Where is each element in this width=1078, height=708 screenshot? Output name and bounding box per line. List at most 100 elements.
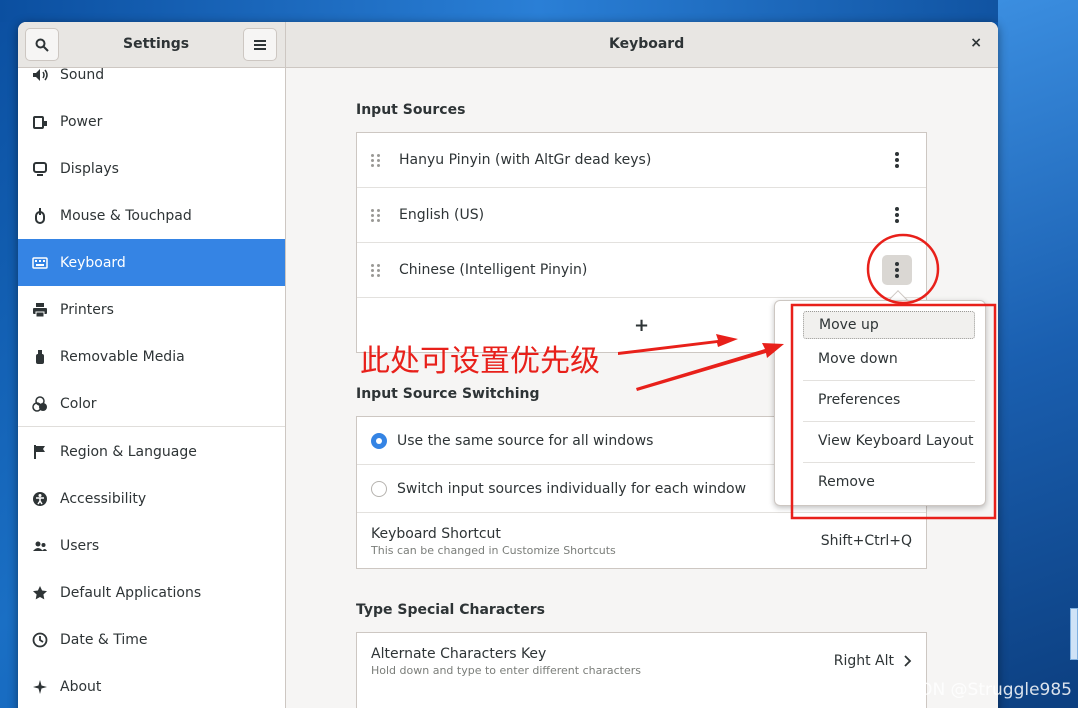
sidebar-item-label: Sound [60, 66, 105, 83]
switching-heading: Input Source Switching [356, 386, 540, 402]
settings-title: Settings [123, 36, 190, 52]
alternate-key-text: Alternate Characters Key Hold down and t… [371, 646, 641, 677]
vertical-ellipsis-icon [895, 207, 899, 223]
keyboard-icon [32, 255, 48, 271]
input-source-row[interactable]: Hanyu Pinyin (with AltGr dead keys) [357, 133, 926, 188]
plus-icon: + [633, 315, 650, 336]
alternate-key-row[interactable]: Alternate Characters Key Hold down and t… [357, 633, 926, 689]
display-icon [32, 161, 48, 177]
input-source-label: Chinese (Intelligent Pinyin) [399, 262, 588, 278]
sidebar-item-users[interactable]: Users [18, 522, 285, 569]
menu-item-view-layout[interactable]: View Keyboard Layout [803, 427, 975, 455]
menu-separator [803, 421, 975, 422]
desktop-wallpaper-right [998, 0, 1078, 708]
sidebar-item-power[interactable]: Power [18, 98, 285, 145]
source-menu-button[interactable] [882, 200, 912, 230]
input-sources-heading: Input Sources [356, 102, 466, 118]
sidebar-item-label: Keyboard [60, 254, 126, 271]
drag-handle-icon[interactable] [371, 263, 385, 277]
vertical-ellipsis-icon [895, 152, 899, 168]
content-headerbar: Keyboard × [286, 22, 998, 68]
sidebar-item-label: Region & Language [60, 443, 197, 460]
clock-icon [32, 632, 48, 648]
special-chars-list: Alternate Characters Key Hold down and t… [356, 632, 927, 708]
sidebar-item-color[interactable]: Color [18, 380, 285, 427]
menu-item-move-up[interactable]: Move up [803, 311, 975, 339]
usb-icon [32, 349, 48, 365]
sidebar-item-label: Users [60, 537, 100, 554]
source-menu-button[interactable] [882, 145, 912, 175]
sidebar-item-label: Date & Time [60, 631, 148, 648]
source-menu-button[interactable] [882, 255, 912, 285]
desktop-icon[interactable] [1070, 608, 1078, 660]
shortcut-label: Keyboard Shortcut [371, 525, 501, 542]
power-icon [32, 114, 48, 130]
page-title: Keyboard [609, 36, 685, 52]
star-icon [32, 585, 48, 601]
shortcut-value: Shift+Ctrl+Q [820, 533, 912, 549]
sidebar-item-date-time[interactable]: Date & Time [18, 616, 285, 663]
accessibility-icon [32, 491, 48, 507]
shortcut-hint: This can be changed in Customize Shortcu… [371, 543, 616, 557]
vertical-ellipsis-icon [895, 262, 899, 278]
radio-individual-source[interactable] [371, 480, 387, 497]
sidebar-item-label: Displays [60, 160, 119, 177]
users-icon [32, 538, 48, 554]
sidebar-item-accessibility[interactable]: Accessibility [18, 475, 285, 522]
menu-separator [803, 462, 975, 463]
sidebar-item-region[interactable]: Region & Language [18, 428, 285, 475]
sidebar-item-about[interactable]: About [18, 663, 285, 708]
speaker-icon [32, 67, 48, 83]
drag-handle-icon[interactable] [371, 153, 385, 167]
menu-item-move-down[interactable]: Move down [803, 345, 975, 373]
desktop-wallpaper-top [0, 0, 1078, 22]
sidebar-item-keyboard[interactable]: Keyboard [18, 239, 285, 286]
alternate-key-label: Alternate Characters Key [371, 645, 547, 662]
sidebar-item-printers[interactable]: Printers [18, 286, 285, 333]
alternate-key-hint: Hold down and type to enter different ch… [371, 663, 641, 677]
sidebar: Sound Power Displays Mouse & Touchpad Ke… [18, 67, 286, 708]
hamburger-icon [254, 39, 266, 50]
special-chars-heading: Type Special Characters [356, 602, 545, 618]
radio-same-source[interactable] [371, 432, 387, 449]
color-icon [32, 395, 48, 412]
sidebar-item-sound[interactable]: Sound [18, 51, 285, 98]
menu-item-preferences[interactable]: Preferences [803, 386, 975, 414]
sidebar-item-label: Power [60, 113, 103, 130]
option-label: Use the same source for all windows [397, 432, 654, 449]
sidebar-item-default-apps[interactable]: Default Applications [18, 569, 285, 616]
close-button[interactable]: × [970, 35, 982, 51]
source-options-popover: Move up Move down Preferences View Keybo… [774, 300, 986, 506]
sidebar-item-label: Accessibility [60, 490, 147, 507]
sidebar-item-displays[interactable]: Displays [18, 145, 285, 192]
search-icon [35, 38, 49, 52]
shortcut-text: Keyboard Shortcut This can be changed in… [371, 526, 616, 557]
sidebar-item-label: Color [60, 395, 97, 412]
sidebar-item-label: Default Applications [60, 584, 202, 601]
input-source-label: Hanyu Pinyin (with AltGr dead keys) [399, 152, 652, 168]
annotation-text: 此处可设置优先级 [360, 344, 600, 379]
sidebar-item-removable-media[interactable]: Removable Media [18, 333, 285, 380]
sidebar-item-label: Removable Media [60, 348, 185, 365]
sparkle-icon [32, 679, 48, 695]
menu-item-remove[interactable]: Remove [803, 468, 975, 496]
chevron-right-icon [904, 655, 912, 667]
sidebar-item-label: Printers [60, 301, 114, 318]
sidebar-item-label: Mouse & Touchpad [60, 207, 192, 224]
input-source-row[interactable]: English (US) [357, 188, 926, 243]
option-label: Switch input sources individually for ea… [397, 480, 747, 497]
watermark: CSDN @Struggle985 [896, 680, 1072, 700]
sidebar-item-label: About [60, 678, 102, 695]
keyboard-shortcut-row[interactable]: Keyboard Shortcut This can be changed in… [357, 513, 926, 569]
mouse-icon [32, 207, 48, 224]
printer-icon [32, 302, 48, 318]
flag-icon [32, 444, 48, 460]
menu-separator [803, 380, 975, 381]
sidebar-item-mouse[interactable]: Mouse & Touchpad [18, 192, 285, 239]
input-source-row[interactable]: Chinese (Intelligent Pinyin) [357, 243, 926, 298]
alternate-key-value-wrap: Right Alt [834, 653, 912, 669]
alternate-key-value: Right Alt [833, 653, 894, 669]
input-source-label: English (US) [399, 207, 485, 223]
drag-handle-icon[interactable] [371, 208, 385, 222]
sidebar-separator [18, 426, 285, 427]
